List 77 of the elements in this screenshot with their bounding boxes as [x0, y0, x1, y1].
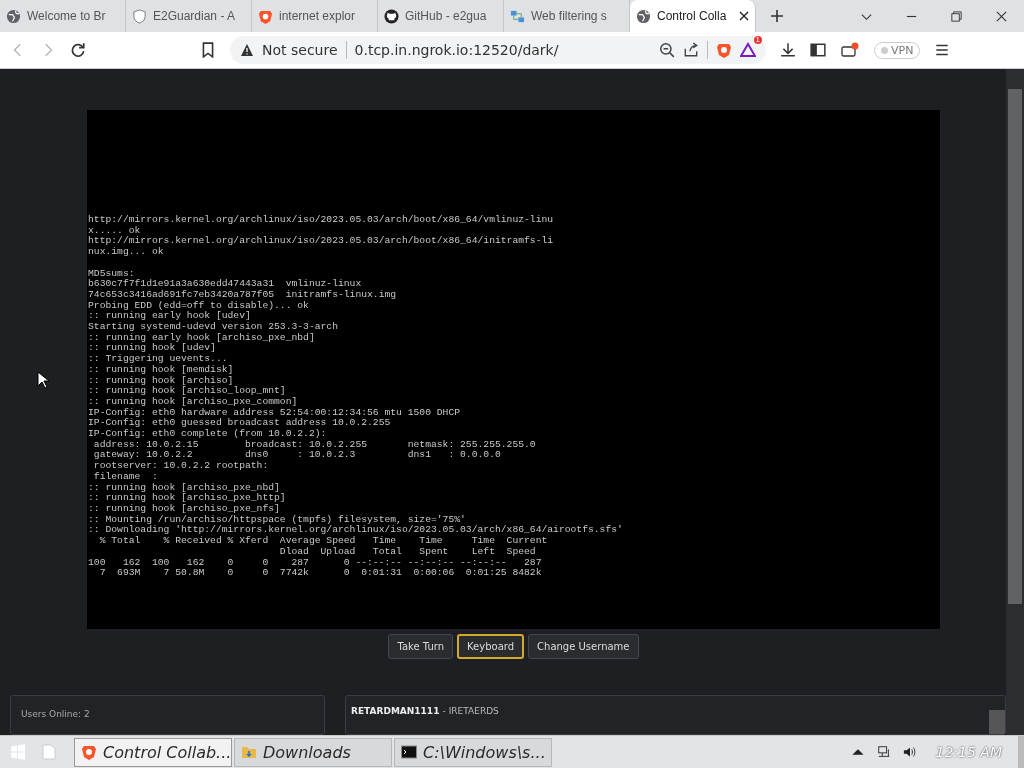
browser-tab[interactable]: Control Colla [630, 0, 756, 32]
console-screen[interactable] [87, 110, 940, 629]
network-icon[interactable] [876, 745, 891, 759]
console-line: IP-Config: eth0 hardware address 52:54:00:12:34:56 mtu 1500 DHCP [88, 407, 461, 418]
console-line: :: Mounting /run/archiso/httpspace (tmpfs) filesystem, size='75%' [88, 514, 466, 525]
close-icon[interactable] [739, 11, 749, 21]
console-line: :: running hook [memdisk] [88, 364, 234, 376]
lion-icon[interactable] [716, 42, 732, 58]
cat-icon [384, 8, 399, 24]
console-line: 7 693M 7 50.8M 0 0 7742k 0 0:01:31 0:00:06 0:01:25 8482k [98, 568, 542, 579]
console-line: b630c7f7f1d1e91a3a630edd47443a31 vmlinuz-linux [88, 279, 362, 290]
control-button[interactable]: Take Turn [388, 634, 454, 659]
globe-icon [636, 8, 651, 24]
taskbar-button[interactable]: Downloads [234, 737, 392, 767]
taskbar-button[interactable]: C:\Windows\s... [394, 737, 552, 767]
console-line: :: running hook [udev] [88, 343, 216, 354]
sidebar-icon[interactable] [810, 42, 826, 58]
scrollbar-thumb[interactable] [1008, 89, 1022, 604]
triangle-icon[interactable] [740, 42, 756, 58]
users-online-text: Users Online: 2 [21, 709, 90, 719]
url-text: 0.tcp.in.ngrok.io:12520/dark/ [354, 42, 559, 58]
menu-icon[interactable] [934, 42, 951, 58]
security-label: Not secure [262, 42, 338, 58]
console-line: % Total % Received % Xferd Average Speed Time Time Time Current [98, 536, 548, 547]
console-line: :: running hook [archiso_loop_mnt] [88, 386, 286, 397]
bookmark-icon[interactable] [200, 42, 216, 58]
globe-icon [6, 8, 21, 24]
wallet-icon[interactable] [840, 42, 860, 58]
clock[interactable]: 12:15 AM [935, 744, 1002, 760]
console-line: :: running hook [archiso_pxe_http] [88, 493, 286, 504]
console-line: http://mirrors.kernel.org/archlinux/iso/2023.05.03/arch/boot/x86_64/vmlinuz-linu [88, 215, 554, 226]
console-line: gateway: 10.0.2.2 dns0 : 10.0.2.3 dns1 : 0.0.0.0 [92, 450, 501, 461]
console-line: :: running hook [archiso] [88, 375, 234, 386]
control-button[interactable]: Keyboard [457, 634, 525, 659]
console-line: Dload Upload Total Spent Left Speed [278, 546, 536, 558]
shield-icon [132, 8, 147, 24]
console-line: address: 10.0.2.15 broadcast: 10.0.2.255 netmask: 255.255.255.0 [92, 439, 536, 450]
zoom-icon[interactable] [659, 42, 675, 58]
scrollbar-thumb[interactable] [989, 710, 1005, 734]
new-tab-icon[interactable] [770, 9, 784, 23]
console-line: http://mirrors.kernel.org/archlinux/iso/2023.05.03/arch/boot/x86_64/initramfs-li [88, 236, 554, 247]
warning-icon [240, 43, 254, 57]
console-line: :: Downloading 'http://mirrors.kernel.org/archlinux/iso/2023.05.03/arch/x86_64/airootfs.sfs' [88, 525, 623, 536]
restore-icon[interactable] [950, 9, 963, 23]
console-line: 74c653c3416ad691fc7eb3420a787f05 initramfs-linux.img [88, 289, 397, 301]
lion-icon [81, 744, 97, 760]
chat-username: RETARDMAN1111 [351, 706, 440, 716]
console-line: :: running early hook [archiso_pxe_nbd] [88, 332, 315, 343]
control-button[interactable]: Change Username [528, 634, 639, 659]
taskbar-button[interactable]: Control Collab... [74, 737, 232, 767]
console-line: :: running early hook [udev] [88, 311, 251, 322]
speaker-icon[interactable] [902, 745, 917, 759]
download-icon[interactable] [780, 42, 796, 58]
console-line: IP-Config: eth0 guessed broadcast address 10.0.2.255 [88, 418, 391, 429]
folder-icon [241, 744, 257, 760]
console-line: x..... ok [88, 225, 141, 236]
mouse-pointer-icon [37, 371, 49, 389]
console-line: :: Triggering uevents... [88, 354, 228, 365]
reload-icon[interactable] [70, 42, 86, 58]
console-line: MD5sums: [88, 266, 135, 279]
console-line: rootserver: 10.0.2.2 rootpath: [92, 461, 269, 472]
console-line: 100 162 100 162 0 0 287 0 --:--:-- --:--:-- --:--:-- 287 [88, 557, 542, 568]
console-line: :: running hook [archiso_pxe_common] [88, 396, 298, 408]
console-line: Probing EDD (edd=off to disable)... ok [88, 300, 309, 311]
console-line: :: running hook [archiso_pxe_nfs] [88, 504, 280, 515]
network-icon [510, 8, 525, 24]
console-line: nux.img... ok [88, 247, 164, 258]
terminal-icon [401, 744, 417, 760]
console-line: filename : [92, 471, 158, 483]
console-line: Starting systemd-udevd version 253.3-3-arch [88, 322, 338, 333]
close-icon[interactable] [995, 9, 1008, 23]
console-line: IP-Config: eth0 complete (from 10.0.2.2): [88, 429, 327, 440]
chat-message: IRETAERDS [448, 706, 499, 716]
chat-separator: - [442, 706, 446, 716]
lion-icon [258, 8, 273, 24]
console-line: :: running hook [archiso_pxe_nbd] [88, 482, 280, 493]
share-icon[interactable] [683, 42, 699, 58]
